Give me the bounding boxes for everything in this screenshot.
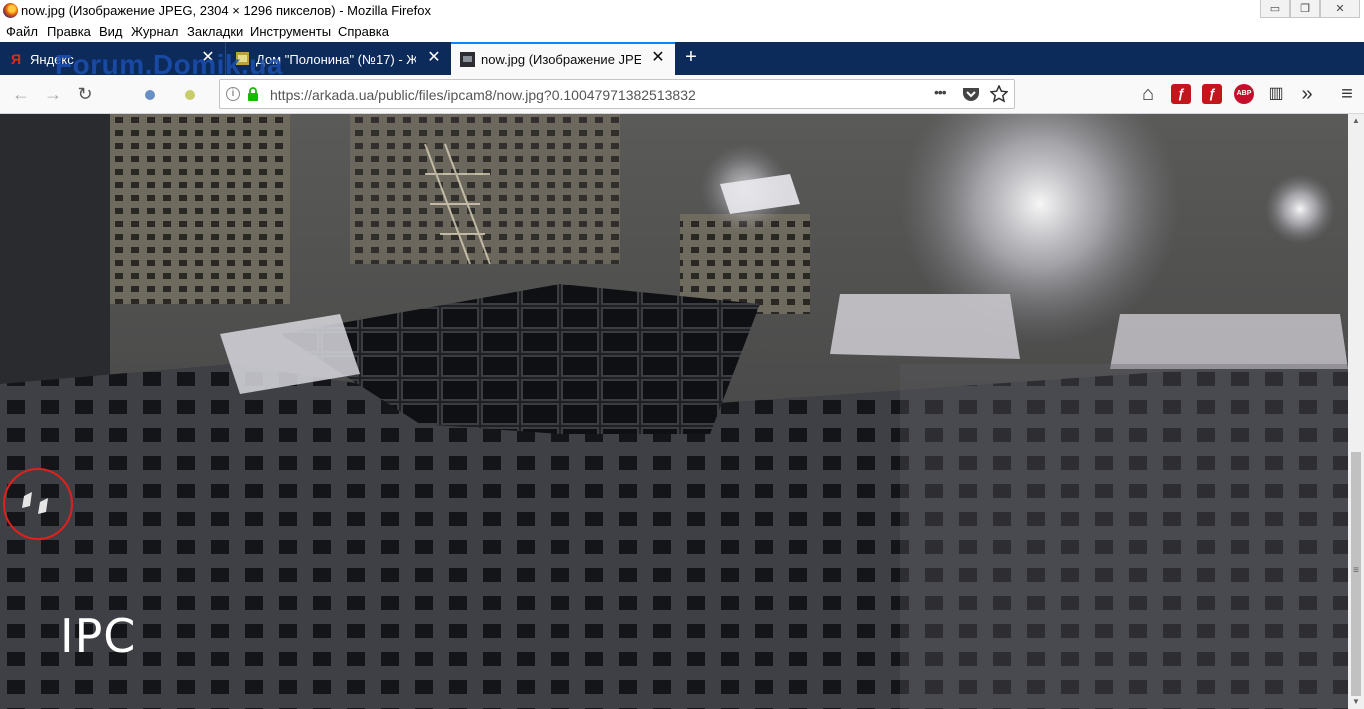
pocket-icon[interactable] [962,86,980,102]
overflow-icon[interactable]: » [1297,84,1317,104]
close-icon: ✕ [1335,3,1345,15]
menu-bookmarks[interactable]: Закладки [187,24,243,39]
back-button[interactable]: ← [10,84,32,104]
minimize-button[interactable]: ▭ [1260,0,1290,18]
url-bar[interactable]: i https://arkada.ua/public/files/ipcam8/… [219,79,1015,109]
tab-now-jpg[interactable]: now.jpg (Изображение JPEG, 2 ✕ [451,42,675,75]
minimize-icon: ▭ [1269,3,1281,15]
sidebar-icon[interactable]: ▥ [1266,84,1286,104]
menu-help[interactable]: Справка [338,24,389,39]
camera-overlay-label: IPC [60,609,137,663]
menu-tools[interactable]: Инструменты [250,24,331,39]
image-viewport: IPC [0,114,1348,709]
new-tab-button[interactable]: + [680,46,702,68]
extension-dot-icon[interactable] [185,90,195,100]
flash-icon[interactable]: ƒ [1202,84,1222,104]
scrollbar-grip-icon: ≡ [1353,565,1359,576]
restore-icon: ❐ [1300,3,1310,15]
menu-view[interactable]: Вид [99,24,123,39]
restore-button[interactable]: ❐ [1290,0,1320,18]
vertical-scrollbar[interactable]: ▲ ≡ ▼ [1348,114,1364,709]
window-titlebar: now.jpg (Изображение JPEG, 2304 × 1296 п… [0,0,1364,22]
yandex-icon: Я [11,51,21,66]
menu-file[interactable]: Файл [6,24,38,39]
reload-button[interactable]: ↻ [74,84,96,104]
tab-close-icon[interactable]: ✕ [649,49,667,67]
scroll-down-icon[interactable]: ▼ [1348,695,1364,709]
image-icon [460,52,475,67]
window-title: now.jpg (Изображение JPEG, 2304 × 1296 п… [21,3,431,18]
svg-text:Я: Я [11,51,21,66]
flash-icon[interactable]: ƒ [1171,84,1191,104]
extension-dot-icon[interactable] [145,90,155,100]
menu-edit[interactable]: Правка [47,24,91,39]
menu-history[interactable]: Журнал [131,24,178,39]
tab-label: now.jpg (Изображение JPEG, 2 [481,52,641,67]
lock-icon [248,87,258,101]
firefox-icon [3,3,18,18]
close-window-button[interactable]: ✕ [1320,0,1360,18]
bookmark-star-icon[interactable] [990,85,1008,103]
forward-button[interactable]: → [42,84,64,104]
webcam-image [0,114,1348,709]
scroll-up-icon[interactable]: ▲ [1348,114,1364,128]
site-info-icon[interactable]: i [226,87,240,101]
navigation-toolbar: ← → ↻ i https://arkada.ua/public/files/i… [0,75,1364,114]
home-icon[interactable]: ⌂ [1138,84,1158,104]
tab-close-icon[interactable]: ✕ [425,49,443,67]
menu-hamburger-icon[interactable]: ≡ [1337,84,1357,104]
url-text[interactable]: https://arkada.ua/public/files/ipcam8/no… [270,87,696,103]
menu-bar: Файл Правка Вид Журнал Закладки Инструме… [0,22,1364,42]
page-actions-icon[interactable]: ••• [934,84,947,100]
adblock-icon[interactable]: ABP [1234,84,1254,104]
